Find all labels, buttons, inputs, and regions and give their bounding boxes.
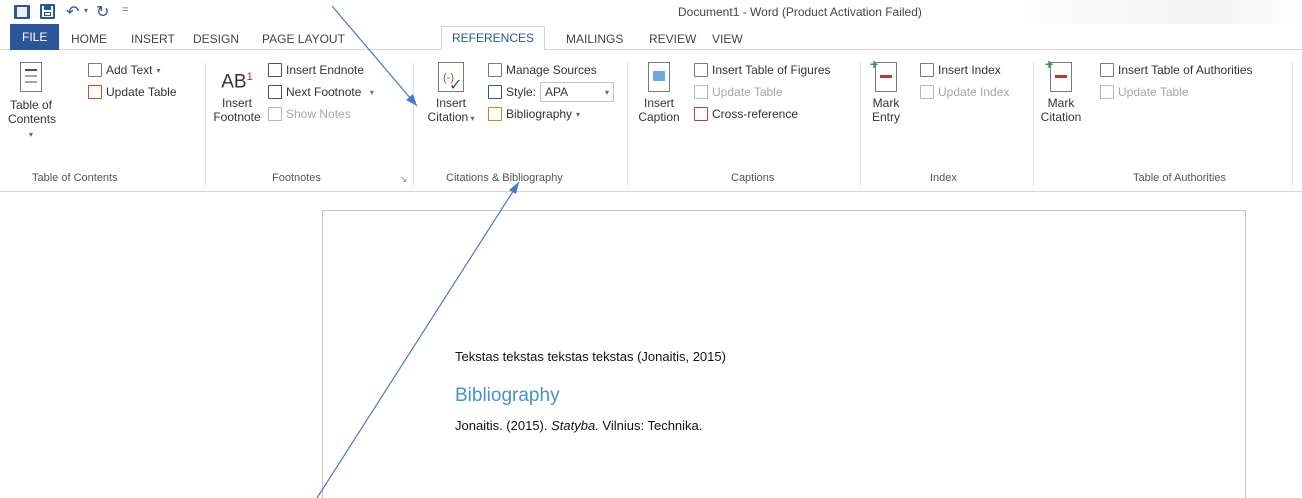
annotation-arrow-line bbox=[316, 181, 520, 498]
annotation-arrows bbox=[316, 5, 520, 498]
annotation-arrow-line bbox=[331, 5, 418, 107]
annotation-arrow-head bbox=[509, 182, 519, 194]
